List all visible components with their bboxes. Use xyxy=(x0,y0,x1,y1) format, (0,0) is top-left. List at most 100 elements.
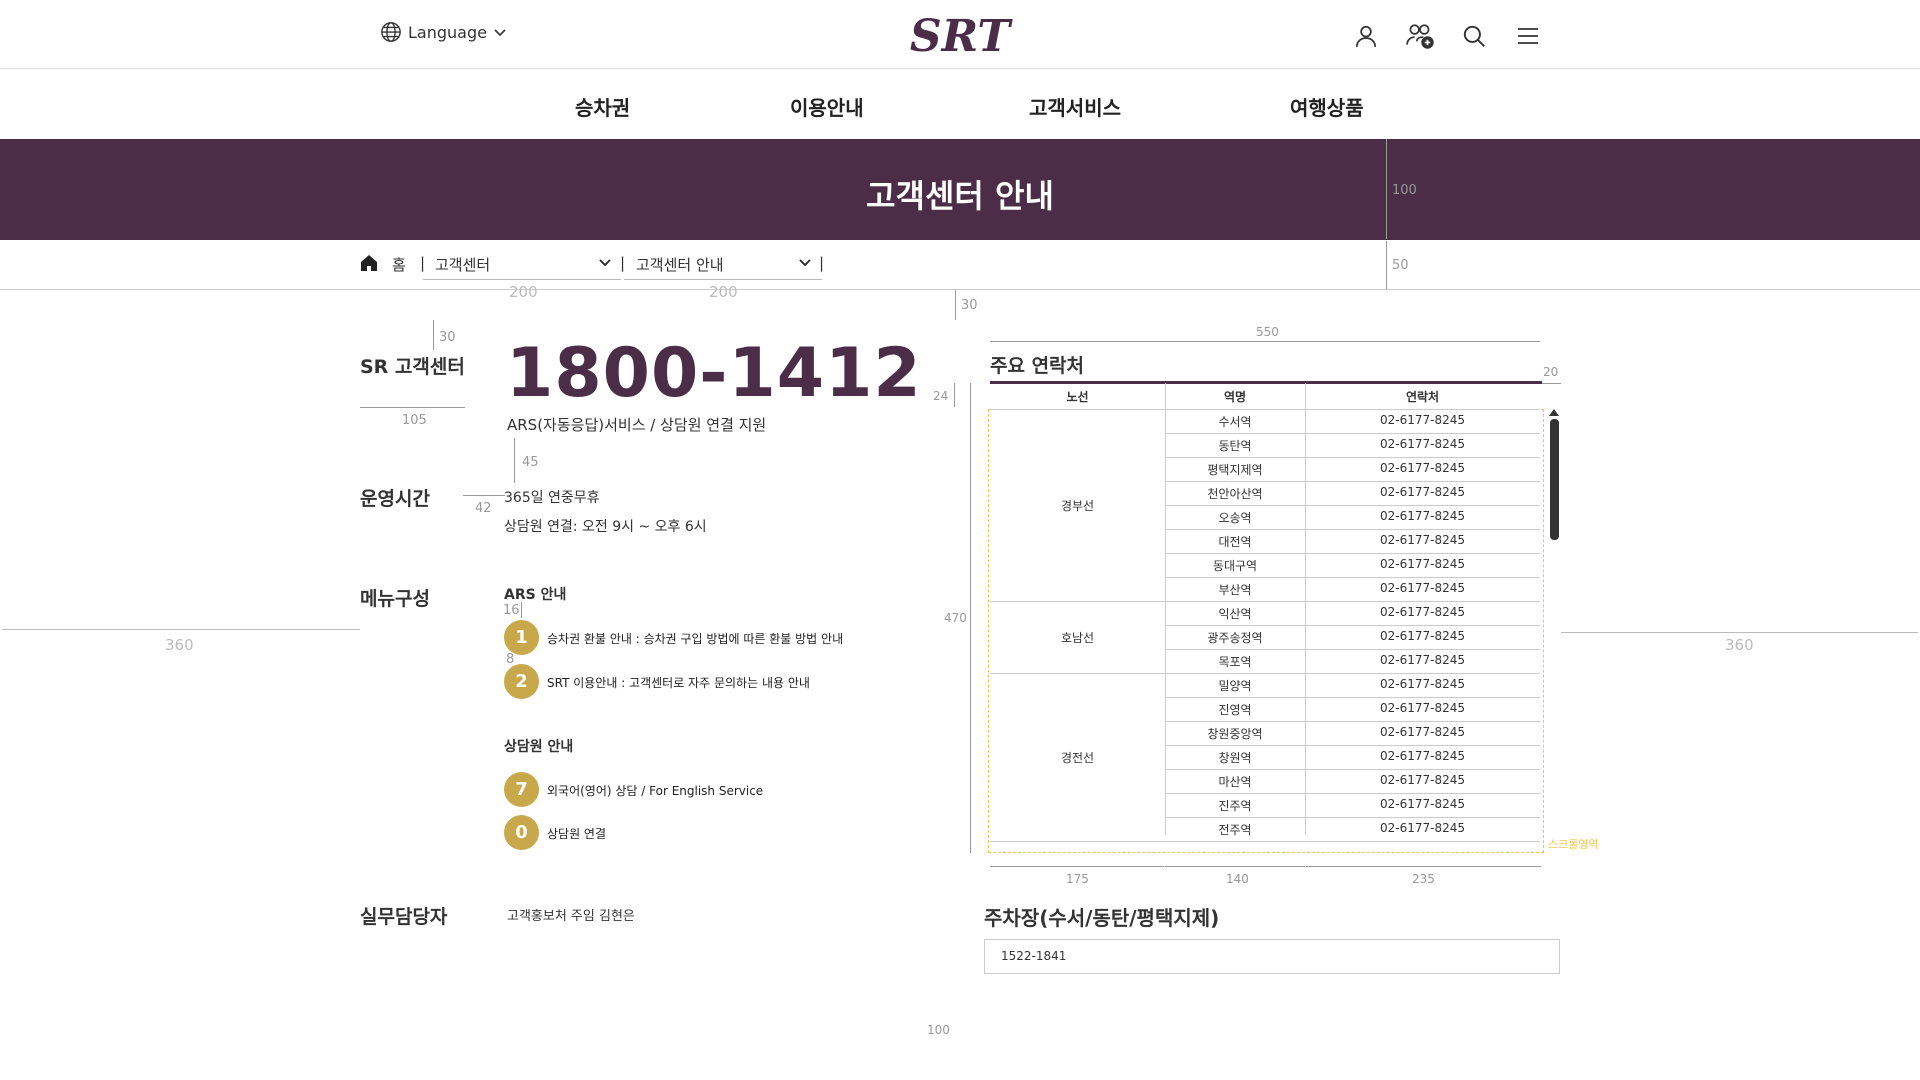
station-name-cell: 수서역 xyxy=(1218,415,1252,429)
table-row-divider xyxy=(1165,745,1540,746)
station-tel-cell: 02-6177-8245 xyxy=(1379,557,1465,571)
measure-line xyxy=(521,602,522,618)
breadcrumb-home[interactable]: 홈 xyxy=(392,254,406,275)
breadcrumb: 홈 | 고객센터 | 고객센터 안내 | xyxy=(0,240,1920,290)
measure-margin-right: 360 xyxy=(1725,636,1754,654)
customer-center-phone: 1800-1412 xyxy=(506,334,922,413)
station-name-cell: 진주역 xyxy=(1218,799,1252,813)
table-header-divider xyxy=(990,409,1540,410)
ars-title: ARS 안내 xyxy=(504,587,567,603)
station-tel-cell: 02-6177-8245 xyxy=(1379,485,1465,499)
measure-gap-30-right: 30 xyxy=(961,298,978,313)
measure-col3-width: 235 xyxy=(1412,872,1435,886)
measure-line xyxy=(624,279,822,280)
signup-icon[interactable] xyxy=(1404,20,1436,52)
station-tel-cell: 02-6177-8245 xyxy=(1379,749,1465,763)
station-name-cell: 밀양역 xyxy=(1218,679,1252,693)
breadcrumb-separator: | xyxy=(620,254,626,272)
station-name-cell: 천안아산역 xyxy=(1207,487,1263,501)
table-row-divider xyxy=(1165,433,1540,434)
measure-col2-width: 140 xyxy=(1226,872,1249,886)
measure-line xyxy=(1386,241,1387,289)
station-name-cell: 익산역 xyxy=(1218,607,1252,621)
line-name-cell: 경부선 xyxy=(1060,499,1095,513)
menu-icon[interactable] xyxy=(1512,20,1544,52)
table-row-divider xyxy=(1165,793,1540,794)
measure-line xyxy=(463,495,505,496)
chevron-down-icon xyxy=(799,259,811,267)
agent-number-badge: 7 xyxy=(504,772,539,807)
staff-name: 고객홍보처 주임 김현은 xyxy=(507,909,635,924)
hours-title: 운영시간 xyxy=(360,488,430,510)
nav-item-travel-products[interactable]: 여행상품 xyxy=(1290,92,1364,121)
menu-title: 메뉴구성 xyxy=(360,588,430,610)
measure-select1-width: 200 xyxy=(509,283,538,301)
station-name-cell: 창원중앙역 xyxy=(1207,727,1263,741)
page-title: 고객센터 안내 xyxy=(866,177,1054,215)
table-row-divider xyxy=(1165,457,1540,458)
scroll-area-label: 스크롤영역 xyxy=(1548,838,1599,851)
search-icon[interactable] xyxy=(1458,20,1490,52)
breadcrumb-separator: | xyxy=(420,254,426,272)
measure-label-width: 105 xyxy=(402,413,427,428)
user-icon[interactable] xyxy=(1350,20,1382,52)
measure-line xyxy=(990,866,1164,867)
nav-item-guide[interactable]: 이용안내 xyxy=(790,92,864,121)
measure-line xyxy=(970,383,971,853)
hours-line-1: 365일 연중무휴 xyxy=(504,490,600,506)
hours-line-2: 상담원 연결: 오전 9시 ~ 오후 6시 xyxy=(504,519,707,535)
measure-line xyxy=(360,407,465,408)
line-name-cell: 경전선 xyxy=(1060,751,1095,765)
staff-title: 실무담당자 xyxy=(360,906,448,928)
station-name-cell: 부산역 xyxy=(1218,583,1252,597)
table-header-station: 역명 xyxy=(1223,390,1247,404)
scroll-up-arrow-icon[interactable] xyxy=(1549,409,1559,416)
station-name-cell: 목포역 xyxy=(1218,655,1252,669)
station-name-cell: 창원역 xyxy=(1218,751,1252,765)
station-tel-cell: 02-6177-8245 xyxy=(1379,797,1465,811)
table-scrollbar[interactable] xyxy=(1550,419,1559,540)
measure-table-height: 470 xyxy=(944,611,967,625)
home-icon[interactable] xyxy=(359,253,379,273)
measure-crumb-height: 50 xyxy=(1392,258,1409,273)
measure-line xyxy=(1306,866,1541,867)
breadcrumb-separator: | xyxy=(819,254,825,272)
station-tel-cell: 02-6177-8245 xyxy=(1379,581,1465,595)
table-row-divider xyxy=(990,841,1540,842)
language-selector[interactable]: Language xyxy=(380,21,507,43)
station-name-cell: 평택지제역 xyxy=(1207,463,1263,477)
measure-line xyxy=(1386,139,1387,239)
agent-number-badge: 0 xyxy=(504,815,539,850)
station-tel-cell: 02-6177-8245 xyxy=(1379,437,1465,451)
customer-center-title: SR 고객센터 xyxy=(360,356,465,378)
ars-item-text: 승차권 환불 안내 : 승차권 구입 방법에 따른 환불 방법 안내 xyxy=(547,632,844,646)
table-row-divider xyxy=(1165,529,1540,530)
agent-title: 상담원 안내 xyxy=(504,739,574,755)
measure-gap-45: 45 xyxy=(522,455,539,470)
nav-item-customer-service[interactable]: 고객서비스 xyxy=(1029,92,1121,121)
table-row-divider xyxy=(1165,817,1540,818)
station-tel-cell: 02-6177-8245 xyxy=(1379,725,1465,739)
language-label: Language xyxy=(408,22,487,42)
table-row-divider xyxy=(990,601,1540,602)
table-row-divider xyxy=(1165,553,1540,554)
nav-item-ticket[interactable]: 승차권 xyxy=(575,92,630,121)
agent-item-text: 외국어(영어) 상담 / For English Service xyxy=(547,784,764,798)
measure-gap-30-left: 30 xyxy=(439,330,456,345)
measure-bottom-gap: 100 xyxy=(927,1023,950,1037)
ars-number-badge: 1 xyxy=(504,620,539,655)
station-name-cell: 마산역 xyxy=(1218,775,1252,789)
measure-line xyxy=(1165,866,1305,867)
table-row-divider xyxy=(990,673,1540,674)
table-row-divider xyxy=(1165,721,1540,722)
measure-col1-width: 175 xyxy=(1066,872,1089,886)
ars-item-text: SRT 이용안내 : 고객센터로 자주 문의하는 내용 안내 xyxy=(547,676,810,690)
table-row-divider xyxy=(1165,625,1540,626)
station-name-cell: 진영역 xyxy=(1218,703,1252,717)
measure-gap-42: 42 xyxy=(475,501,492,516)
table-row-divider xyxy=(1165,769,1540,770)
srt-logo[interactable]: SRT xyxy=(890,11,1030,62)
measure-line xyxy=(423,279,621,280)
parking-phone-box: 1522-1841 xyxy=(984,939,1560,974)
measure-select2-width: 200 xyxy=(709,283,738,301)
